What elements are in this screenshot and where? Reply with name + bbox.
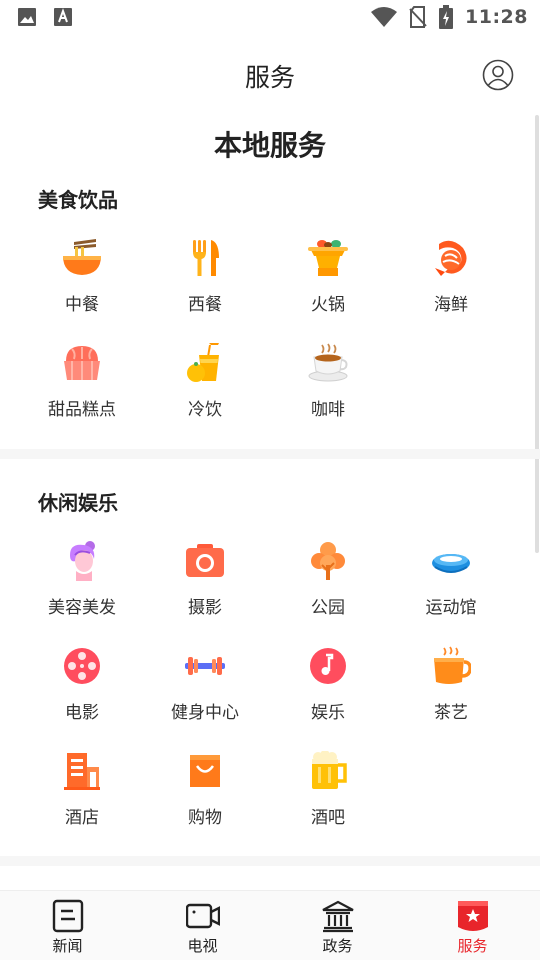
tab-government[interactable]: 政务 xyxy=(270,891,405,960)
service-item-label: 运动馆 xyxy=(425,598,477,618)
wifi-icon xyxy=(371,7,398,27)
service-item-tea[interactable]: 茶艺 xyxy=(391,646,511,736)
service-item-western-food[interactable]: 西餐 xyxy=(145,238,265,328)
cake-icon xyxy=(64,346,100,380)
tab-label: 新闻 xyxy=(52,937,83,955)
shopping-bag-icon xyxy=(190,755,220,787)
service-item-label: 茶艺 xyxy=(434,703,468,723)
service-item-beauty[interactable]: 美容美发 xyxy=(22,541,142,631)
cold-drink-icon xyxy=(187,343,219,382)
camera-icon xyxy=(186,544,224,577)
hotpot-icon xyxy=(308,240,348,276)
section-divider xyxy=(0,856,540,866)
page-title: 服务 xyxy=(244,63,295,92)
service-item-park[interactable]: 公园 xyxy=(268,541,388,631)
beauty-hair-icon xyxy=(70,541,95,581)
user-circle-icon[interactable] xyxy=(482,59,514,91)
service-item-label: 冷饮 xyxy=(188,400,222,420)
font-icon xyxy=(54,8,72,26)
section-title-leisure: 休闲娱乐 xyxy=(38,491,118,515)
service-item-label: 酒店 xyxy=(65,808,99,828)
service-item-photography[interactable]: 摄影 xyxy=(145,541,265,631)
service-item-entertainment[interactable]: 娱乐 xyxy=(268,646,388,736)
service-item-movie[interactable]: 电影 xyxy=(22,646,142,736)
service-item-label: 公园 xyxy=(311,598,345,618)
service-item-chinese-food[interactable]: 中餐 xyxy=(22,238,142,328)
service-item-label: 美容美发 xyxy=(48,598,116,618)
news-icon xyxy=(52,899,83,933)
government-building-icon xyxy=(321,900,354,933)
gallery-icon xyxy=(18,8,36,26)
service-item-label: 火锅 xyxy=(311,295,345,315)
tab-label: 服务 xyxy=(457,937,488,955)
service-item-label: 咖啡 xyxy=(311,400,345,420)
beer-mug-icon xyxy=(312,751,347,789)
service-item-gym[interactable]: 健身中心 xyxy=(145,646,265,736)
service-item-hotpot[interactable]: 火锅 xyxy=(268,238,388,328)
tab-label: 电视 xyxy=(187,937,218,955)
bottom-tab-bar: 新闻 电视 政务 服务 xyxy=(0,890,540,960)
status-bar: 11:28 xyxy=(0,0,540,36)
service-item-label: 电影 xyxy=(65,703,99,723)
fork-knife-icon xyxy=(193,240,219,276)
service-item-label: 中餐 xyxy=(65,295,99,315)
tab-tv[interactable]: 电视 xyxy=(135,891,270,960)
scrollbar[interactable] xyxy=(535,115,539,553)
tea-cup-icon xyxy=(434,646,471,684)
hotel-building-icon xyxy=(64,753,100,790)
video-camera-icon xyxy=(185,903,220,929)
dumbbell-icon xyxy=(185,657,225,675)
film-reel-icon xyxy=(64,648,100,684)
service-item-label: 娱乐 xyxy=(311,703,345,723)
section-title-food: 美食饮品 xyxy=(38,188,118,212)
shrimp-icon xyxy=(435,240,467,276)
tree-icon xyxy=(311,542,345,580)
music-note-icon xyxy=(310,648,346,684)
service-item-cold-drink[interactable]: 冷饮 xyxy=(145,343,265,433)
section-divider xyxy=(0,449,540,459)
service-item-label: 健身中心 xyxy=(171,703,239,723)
battery-charging-icon xyxy=(439,5,454,29)
tab-label: 政务 xyxy=(322,937,353,955)
service-item-dessert[interactable]: 甜品糕点 xyxy=(22,343,142,433)
service-item-label: 购物 xyxy=(188,808,222,828)
service-item-shopping[interactable]: 购物 xyxy=(145,751,265,841)
service-item-stadium[interactable]: 运动馆 xyxy=(391,541,511,631)
service-item-seafood[interactable]: 海鲜 xyxy=(391,238,511,328)
service-star-icon xyxy=(457,901,488,931)
no-sim-icon xyxy=(409,6,427,28)
service-item-label: 西餐 xyxy=(188,295,222,315)
status-time: 11:28 xyxy=(465,6,528,28)
service-item-hotel[interactable]: 酒店 xyxy=(22,751,142,841)
coffee-icon xyxy=(308,343,348,382)
title-bar: 服务 xyxy=(0,36,540,114)
tab-service[interactable]: 服务 xyxy=(405,891,540,960)
noodle-bowl-icon xyxy=(63,239,101,275)
stadium-icon xyxy=(432,554,470,573)
service-item-label: 酒吧 xyxy=(311,808,345,828)
service-item-label: 海鲜 xyxy=(434,295,468,315)
page-heading: 本地服务 xyxy=(213,129,326,162)
service-item-coffee[interactable]: 咖啡 xyxy=(268,343,388,433)
tab-news[interactable]: 新闻 xyxy=(0,891,135,960)
service-item-bar[interactable]: 酒吧 xyxy=(268,751,388,841)
service-item-label: 摄影 xyxy=(188,598,222,618)
service-item-label: 甜品糕点 xyxy=(48,400,116,420)
